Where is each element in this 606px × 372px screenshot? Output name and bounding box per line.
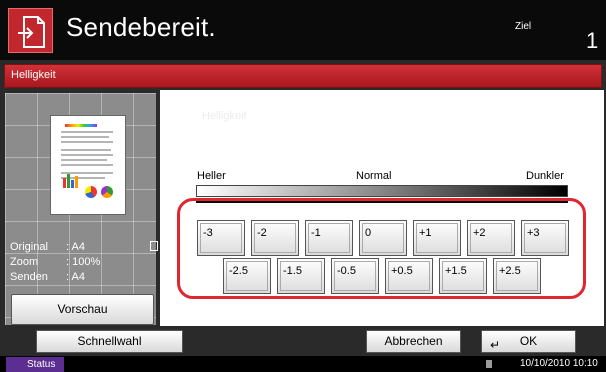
preview-text-line [61,136,109,138]
ok-button[interactable]: ↵ OK [481,330,576,353]
footer-bar: Schnellwahl Abbrechen ↵ OK [0,326,606,356]
preview-bar [71,180,74,188]
brightness-gradient-bar [196,185,568,197]
preview-text-line [61,159,107,161]
page-title: Sendebereit. [66,12,216,42]
enter-arrow-icon: ↵ [490,338,501,352]
settings-title: Helligkeit [11,69,56,81]
preview-text-line [61,154,113,156]
destination-label: Ziel [515,21,532,32]
document-preview-thumbnail [50,115,126,215]
date-time: 10/10/2010 10:10 [520,358,598,369]
scale-label-darker: Dunkler [526,170,564,182]
preview-bar [63,178,66,188]
info-value: : A4 [66,241,85,253]
preview-bar [67,174,70,188]
header-bar: Sendebereit. Ziel 1 [0,0,606,60]
page-icon [150,241,158,251]
preview-pie-graphic [101,186,113,198]
info-value: : A4 [66,271,85,283]
status-button[interactable]: Status [6,357,64,372]
memory-indicator-icon [486,360,492,368]
highlight-outline [177,198,586,299]
preview-text-line [61,164,113,166]
info-key: Senden [10,271,48,283]
scale-label-lighter: Heller [197,170,226,182]
preview-text-line [61,131,113,133]
preview-text-line [61,141,113,143]
send-document-icon [8,8,53,53]
preview-panel: Original : A4 Zoom : 100% Senden : A4 Vo… [5,93,158,325]
destination-count: 1 [586,28,599,53]
status-bar: Status 10/10/2010 10:10 [0,356,606,372]
info-key: Original [10,241,48,253]
info-value: : 100% [66,256,101,268]
scale-label-normal: Normal [356,170,392,182]
ghost-title: Helligkeit [202,110,247,122]
preview-pie-graphic [85,186,97,198]
settings-title-strip: Helligkeit [4,64,602,88]
preview-text-line [61,149,111,151]
preview-button[interactable]: Vorschau [11,294,154,325]
preview-color-strip [65,124,97,127]
cancel-button[interactable]: Abbrechen [366,330,461,353]
settings-title-bar: Helligkeit [0,60,606,90]
info-key: Zoom [10,256,39,268]
preview-bar [75,176,78,188]
ok-button-label: OK [519,334,538,348]
quick-setup-button[interactable]: Schnellwahl [36,330,183,353]
